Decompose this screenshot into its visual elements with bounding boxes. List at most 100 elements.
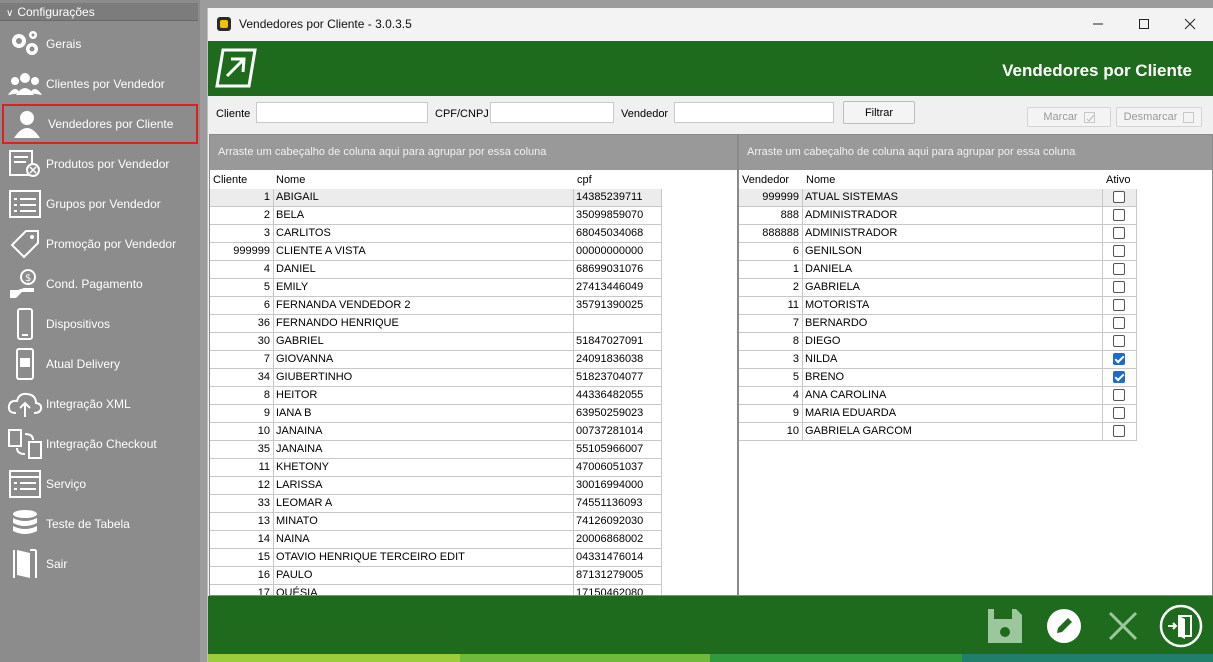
cliente-id-cell[interactable]: 5: [210, 279, 274, 297]
table-row[interactable]: 6 GENILSON: [739, 243, 1212, 261]
table-row[interactable]: 4 DANIEL 68699031076: [210, 261, 737, 279]
table-row[interactable]: 999999 ATUAL SISTEMAS: [739, 189, 1212, 207]
cliente-cpf-cell[interactable]: 00737281014: [574, 423, 662, 441]
cliente-cpf-cell[interactable]: 74126092030: [574, 513, 662, 531]
group-by-panel[interactable]: Arraste um cabeçalho de coluna aqui para…: [739, 135, 1212, 170]
vendedor-id-cell[interactable]: 2: [739, 279, 803, 297]
cliente-cpf-cell[interactable]: 35791390025: [574, 297, 662, 315]
cliente-nome-cell[interactable]: LARISSA: [274, 477, 574, 495]
ativo-checkbox[interactable]: [1113, 227, 1125, 239]
cliente-nome-cell[interactable]: CARLITOS: [274, 225, 574, 243]
col-header-vendedor[interactable]: Vendedor: [742, 174, 789, 186]
table-row[interactable]: 11 MOTORISTA: [739, 297, 1212, 315]
cliente-nome-cell[interactable]: PAULO: [274, 567, 574, 585]
sidebar-header[interactable]: ∨ Configurações: [0, 3, 198, 21]
table-row[interactable]: 33 LEOMAR A 74551136093: [210, 495, 737, 513]
vendedor-nome-cell[interactable]: DANIELA: [803, 261, 1103, 279]
table-row[interactable]: 9 MARIA EDUARDA: [739, 405, 1212, 423]
vendedor-id-cell[interactable]: 8: [739, 333, 803, 351]
cliente-nome-cell[interactable]: JANAINA: [274, 441, 574, 459]
cliente-nome-cell[interactable]: OTAVIO HENRIQUE TERCEIRO EDIT: [274, 549, 574, 567]
sidebar-item-integra-o-checkout[interactable]: Integração Checkout: [0, 424, 200, 464]
table-row[interactable]: 12 LARISSA 30016994000: [210, 477, 737, 495]
cliente-cpf-cell[interactable]: 68045034068: [574, 225, 662, 243]
edit-button[interactable]: [1042, 604, 1086, 648]
table-row[interactable]: 6 FERNANDA VENDEDOR 2 35791390025: [210, 297, 737, 315]
cliente-cpf-cell[interactable]: 17150462080: [574, 585, 662, 595]
ativo-checkbox[interactable]: [1113, 299, 1125, 311]
cliente-id-cell[interactable]: 2: [210, 207, 274, 225]
vendedor-nome-cell[interactable]: GENILSON: [803, 243, 1103, 261]
table-row[interactable]: 888888 ADMINISTRADOR: [739, 225, 1212, 243]
table-row[interactable]: 2 GABRIELA: [739, 279, 1212, 297]
cliente-id-cell[interactable]: 3: [210, 225, 274, 243]
sidebar-item-produtos-por-vendedor[interactable]: Produtos por Vendedor: [0, 144, 200, 184]
cliente-cpf-cell[interactable]: [574, 315, 662, 333]
cliente-id-cell[interactable]: 33: [210, 495, 274, 513]
cliente-id-cell[interactable]: 8: [210, 387, 274, 405]
desmarcar-button[interactable]: Desmarcar: [1116, 107, 1202, 127]
cliente-nome-cell[interactable]: HEITOR: [274, 387, 574, 405]
cliente-id-cell[interactable]: 13: [210, 513, 274, 531]
cliente-id-cell[interactable]: 35: [210, 441, 274, 459]
vendedor-id-cell[interactable]: 888888: [739, 225, 803, 243]
col-header-cpf[interactable]: cpf: [577, 174, 592, 186]
cliente-cpf-cell[interactable]: 44336482055: [574, 387, 662, 405]
cliente-nome-cell[interactable]: NAINA: [274, 531, 574, 549]
cliente-cpf-cell[interactable]: 51823704077: [574, 369, 662, 387]
cliente-id-cell[interactable]: 30: [210, 333, 274, 351]
maximize-button[interactable]: [1121, 8, 1167, 40]
cliente-id-cell[interactable]: 12: [210, 477, 274, 495]
table-row[interactable]: 15 OTAVIO HENRIQUE TERCEIRO EDIT 043314760…: [210, 549, 737, 567]
cliente-nome-cell[interactable]: JANAINA: [274, 423, 574, 441]
ativo-checkbox[interactable]: [1113, 191, 1125, 203]
table-row[interactable]: 8 HEITOR 44336482055: [210, 387, 737, 405]
col-header-cliente[interactable]: Cliente: [213, 174, 247, 186]
table-row[interactable]: 1 ABIGAIL 14385239711: [210, 189, 737, 207]
cliente-id-cell[interactable]: 34: [210, 369, 274, 387]
vendedor-nome-cell[interactable]: ATUAL SISTEMAS: [803, 189, 1103, 207]
sidebar-item-integra-o-xml[interactable]: Integração XML: [0, 384, 200, 424]
vendedor-nome-cell[interactable]: NILDA: [803, 351, 1103, 369]
save-button[interactable]: [983, 604, 1027, 648]
ativo-checkbox[interactable]: [1113, 209, 1125, 221]
vendedor-id-cell[interactable]: 888: [739, 207, 803, 225]
cliente-cpf-cell[interactable]: 27413446049: [574, 279, 662, 297]
col-header-nome[interactable]: Nome: [806, 174, 835, 186]
vendedor-id-cell[interactable]: 1: [739, 261, 803, 279]
cliente-cpf-cell[interactable]: 20006868002: [574, 531, 662, 549]
cliente-nome-cell[interactable]: ABIGAIL: [274, 189, 574, 207]
table-row[interactable]: 10 GABRIELA GARCOM: [739, 423, 1212, 441]
cliente-cpf-cell[interactable]: 14385239711: [574, 189, 662, 207]
vendedor-id-cell[interactable]: 10: [739, 423, 803, 441]
table-row[interactable]: 4 ANA CAROLINA: [739, 387, 1212, 405]
table-row[interactable]: 2 BELA 35099859070: [210, 207, 737, 225]
minimize-button[interactable]: [1075, 8, 1121, 40]
close-button[interactable]: [1167, 8, 1213, 40]
sidebar-item-teste-de-tabela[interactable]: Teste de Tabela: [0, 504, 200, 544]
cliente-cpf-cell[interactable]: 04331476014: [574, 549, 662, 567]
table-row[interactable]: 5 EMILY 27413446049: [210, 279, 737, 297]
cliente-nome-cell[interactable]: GIUBERTINHO: [274, 369, 574, 387]
cliente-nome-cell[interactable]: QUÉSIA: [274, 585, 574, 595]
cliente-nome-cell[interactable]: GIOVANNA: [274, 351, 574, 369]
sidebar-item-vendedores-por-cliente[interactable]: Vendedores por Cliente: [2, 104, 198, 144]
cliente-cpf-cell[interactable]: 00000000000: [574, 243, 662, 261]
cliente-cpf-cell[interactable]: 35099859070: [574, 207, 662, 225]
cliente-id-cell[interactable]: 14: [210, 531, 274, 549]
table-row[interactable]: 36 FERNANDO HENRIQUE: [210, 315, 737, 333]
cliente-id-cell[interactable]: 1: [210, 189, 274, 207]
cliente-id-cell[interactable]: 4: [210, 261, 274, 279]
table-row[interactable]: 17 QUÉSIA 17150462080: [210, 585, 737, 595]
cliente-nome-cell[interactable]: LEOMAR A: [274, 495, 574, 513]
cliente-id-cell[interactable]: 17: [210, 585, 274, 595]
ativo-checkbox[interactable]: [1113, 263, 1125, 275]
vendedor-nome-cell[interactable]: ADMINISTRADOR: [803, 225, 1103, 243]
ativo-checkbox[interactable]: [1113, 335, 1125, 347]
vendedor-nome-cell[interactable]: GABRIELA GARCOM: [803, 423, 1103, 441]
exit-button[interactable]: [1159, 604, 1203, 648]
cliente-nome-cell[interactable]: FERNANDA VENDEDOR 2: [274, 297, 574, 315]
cliente-id-cell[interactable]: 15: [210, 549, 274, 567]
cliente-id-cell[interactable]: 6: [210, 297, 274, 315]
table-row[interactable]: 30 GABRIEL 51847027091: [210, 333, 737, 351]
